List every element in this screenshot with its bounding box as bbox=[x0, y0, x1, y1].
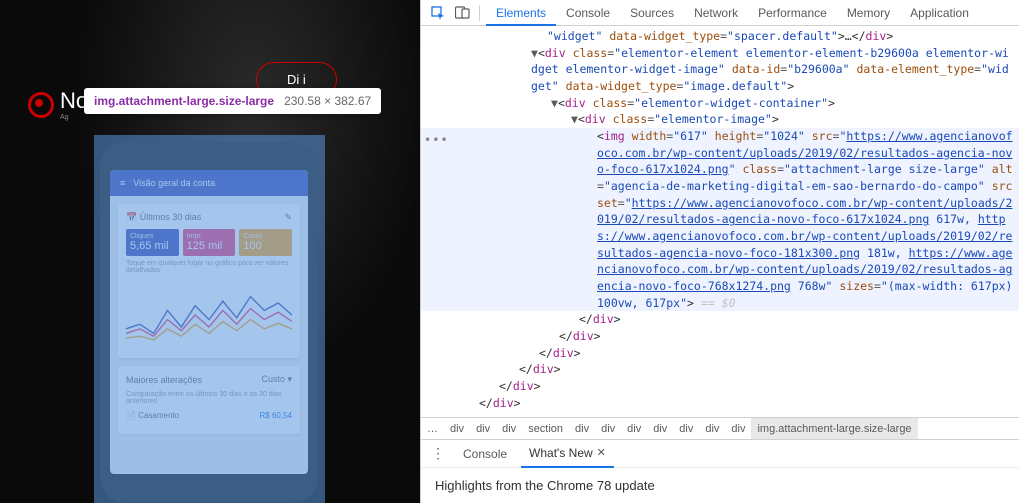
breadcrumb-item[interactable]: div bbox=[595, 418, 621, 439]
drawer-headline: Highlights from the Chrome 78 update bbox=[435, 478, 1005, 493]
breadcrumb-item[interactable]: img.attachment-large.size-large bbox=[751, 418, 917, 439]
devtools-tab-performance[interactable]: Performance bbox=[748, 0, 837, 26]
devtools-tab-memory[interactable]: Memory bbox=[837, 0, 900, 26]
devtools-toolbar: ElementsConsoleSourcesNetworkPerformance… bbox=[421, 0, 1019, 26]
device-toggle-icon[interactable] bbox=[451, 2, 473, 24]
tooltip-selector: img.attachment-large.size-large bbox=[94, 94, 274, 108]
breadcrumb-item[interactable]: div bbox=[470, 418, 496, 439]
breadcrumb-item[interactable]: div bbox=[496, 418, 522, 439]
devtools-tab-elements[interactable]: Elements bbox=[486, 0, 556, 26]
drawer-tab-whatsnew[interactable]: What's New ✕ bbox=[521, 440, 614, 468]
drawer-body: Highlights from the Chrome 78 update bbox=[421, 468, 1019, 503]
logo-subtext: Ag bbox=[60, 114, 88, 121]
devtools-panel: ElementsConsoleSourcesNetworkPerformance… bbox=[420, 0, 1019, 503]
elements-tree[interactable]: "widget" data-widget_type="spacer.defaul… bbox=[421, 26, 1019, 417]
devtools-tab-network[interactable]: Network bbox=[684, 0, 748, 26]
row-actions-dots[interactable]: ••• bbox=[424, 133, 449, 147]
breadcrumb-item[interactable]: div bbox=[725, 418, 751, 439]
element-inspect-tooltip: img.attachment-large.size-large 230.58 ×… bbox=[84, 88, 381, 114]
separator bbox=[479, 5, 480, 21]
drawer-tab-console[interactable]: Console bbox=[455, 440, 515, 468]
drawer-tabs: ⋮ Console What's New ✕ bbox=[421, 440, 1019, 468]
breadcrumb-item[interactable]: div bbox=[569, 418, 595, 439]
drawer-menu-icon[interactable]: ⋮ bbox=[427, 445, 449, 462]
breadcrumb-item[interactable]: section bbox=[522, 418, 569, 439]
breadcrumb-item[interactable]: div bbox=[673, 418, 699, 439]
devtools-tab-console[interactable]: Console bbox=[556, 0, 620, 26]
element-highlight-overlay bbox=[94, 135, 325, 503]
selected-element-line[interactable]: <img width="617" height="1024" src="http… bbox=[421, 128, 1019, 311]
breadcrumb-bar[interactable]: …divdivdivsectiondivdivdivdivdivdivdivim… bbox=[421, 417, 1019, 439]
breadcrumb-item[interactable]: div bbox=[621, 418, 647, 439]
close-icon[interactable]: ✕ bbox=[597, 446, 606, 459]
tooltip-dimensions: 230.58 × 382.67 bbox=[284, 94, 371, 108]
breadcrumb-item[interactable]: div bbox=[647, 418, 673, 439]
webpage-preview: No Ag Di i img.attachment-large.size-lar… bbox=[0, 0, 420, 503]
devtools-tab-application[interactable]: Application bbox=[900, 0, 979, 26]
breadcrumb-item[interactable]: div bbox=[699, 418, 725, 439]
inspect-icon[interactable] bbox=[427, 2, 449, 24]
drawer: ⋮ Console What's New ✕ Highlights from t… bbox=[421, 439, 1019, 503]
breadcrumb-item[interactable]: div bbox=[444, 418, 470, 439]
site-logo: No Ag bbox=[28, 88, 88, 121]
target-icon bbox=[28, 92, 54, 118]
breadcrumb-item[interactable]: … bbox=[421, 418, 444, 439]
devtools-tab-sources[interactable]: Sources bbox=[620, 0, 684, 26]
devtools-tabs: ElementsConsoleSourcesNetworkPerformance… bbox=[486, 0, 979, 26]
